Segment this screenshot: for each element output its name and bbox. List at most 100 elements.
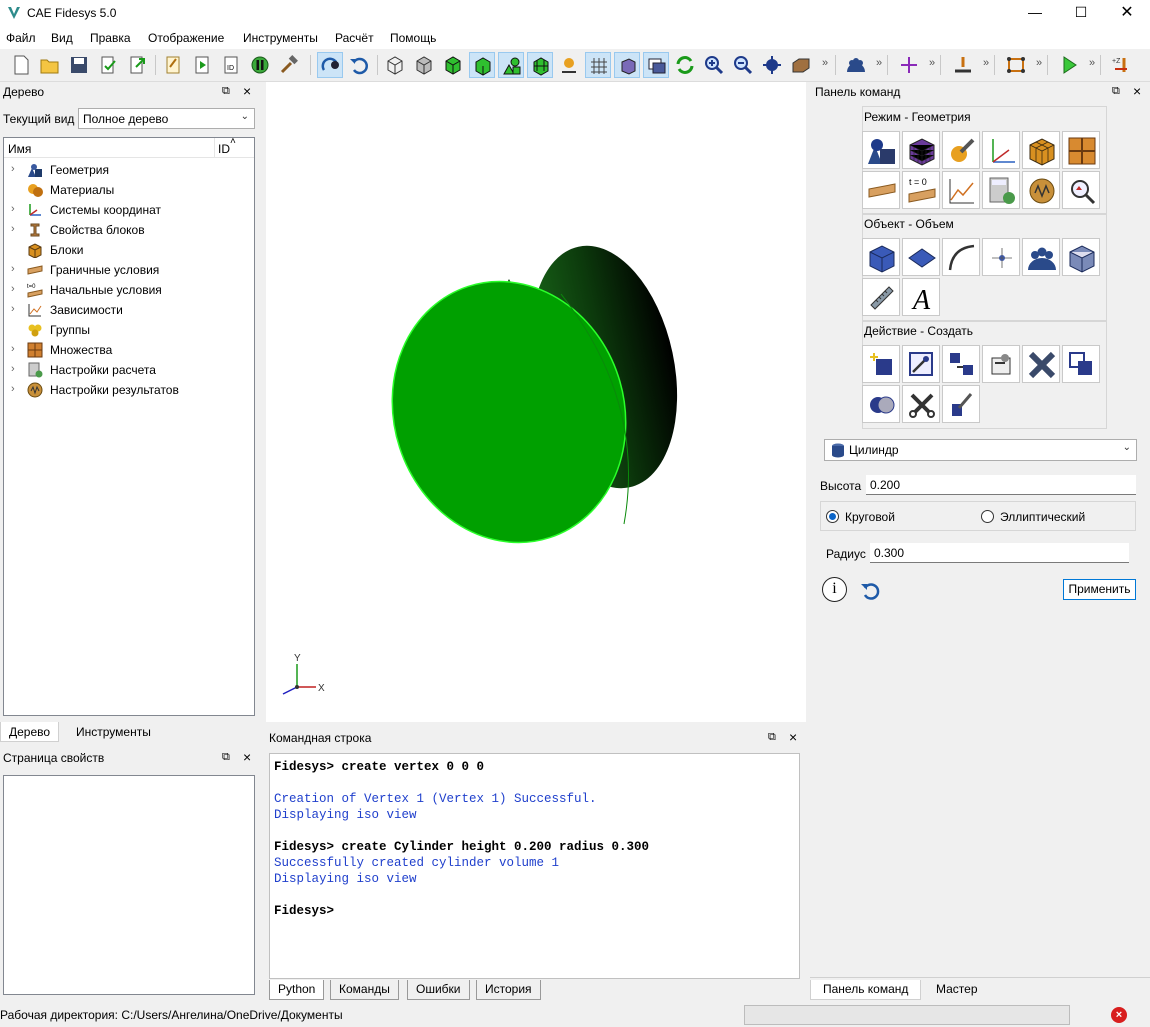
- zoom-in-button[interactable]: [701, 52, 727, 78]
- action-boolean-button[interactable]: [862, 385, 900, 423]
- action-create-button[interactable]: [862, 345, 900, 383]
- tab-command-panel[interactable]: Панель команд: [810, 980, 922, 1000]
- undo-button[interactable]: [346, 52, 372, 78]
- expand-arrow-icon[interactable]: ›: [11, 383, 15, 395]
- tree-item-groups[interactable]: Группы: [4, 320, 254, 340]
- lights-button[interactable]: [556, 52, 582, 78]
- float-icon[interactable]: ⧉: [1112, 85, 1120, 98]
- radio-elliptic[interactable]: [981, 510, 994, 523]
- float-icon[interactable]: ⧉: [222, 85, 230, 98]
- expand-arrow-icon[interactable]: ›: [11, 223, 15, 235]
- mode-dependencies-button[interactable]: [942, 171, 980, 209]
- perspective-button[interactable]: [614, 52, 640, 78]
- mode-coordinates-button[interactable]: [982, 131, 1020, 169]
- tab-history[interactable]: История: [476, 980, 541, 1000]
- minimize-button[interactable]: —: [1012, 0, 1058, 27]
- journal-button[interactable]: [160, 52, 186, 78]
- object-volume-button[interactable]: [862, 238, 900, 276]
- action-decompose-button[interactable]: [902, 385, 940, 423]
- save-button[interactable]: [66, 52, 92, 78]
- hammer-button[interactable]: [276, 52, 302, 78]
- radio-circular[interactable]: [826, 510, 839, 523]
- smooth-shaded-view-button[interactable]: [469, 52, 495, 78]
- transparent-view-button[interactable]: [498, 52, 524, 78]
- tree-item-materials[interactable]: Материалы: [4, 180, 254, 200]
- clip-button[interactable]: [643, 52, 669, 78]
- run-button[interactable]: [1056, 52, 1082, 78]
- action-cleanup-button[interactable]: [942, 385, 980, 423]
- action-copy-button[interactable]: [1062, 345, 1100, 383]
- mesh-view-button[interactable]: [527, 52, 553, 78]
- mode-geometry-button[interactable]: [862, 131, 900, 169]
- close-window-button[interactable]: ✕: [1104, 0, 1150, 27]
- column-name-header[interactable]: Имя: [8, 142, 31, 156]
- refresh-button[interactable]: [672, 52, 698, 78]
- info-button[interactable]: i: [822, 577, 847, 602]
- expand-arrow-icon[interactable]: ›: [11, 303, 15, 315]
- new-file-button[interactable]: [8, 52, 34, 78]
- expand-arrow-icon[interactable]: ›: [11, 203, 15, 215]
- float-icon[interactable]: ⧉: [222, 751, 230, 764]
- object-curve-button[interactable]: [942, 238, 980, 276]
- maximize-button[interactable]: ☐: [1058, 0, 1104, 27]
- import-button[interactable]: [96, 52, 122, 78]
- hidden-line-view-button[interactable]: [411, 52, 437, 78]
- object-surface-button[interactable]: [902, 238, 940, 276]
- close-icon[interactable]: ×: [789, 729, 797, 745]
- fit-view-button[interactable]: [759, 52, 785, 78]
- tree-item-sets[interactable]: › Множества: [4, 340, 254, 360]
- close-icon[interactable]: ×: [243, 749, 251, 765]
- close-icon[interactable]: ×: [1133, 83, 1141, 99]
- mode-results-button[interactable]: [1022, 171, 1060, 209]
- mode-mesh-button[interactable]: [902, 131, 940, 169]
- menu-tools[interactable]: Инструменты: [243, 31, 318, 45]
- mode-calc-button[interactable]: [982, 171, 1020, 209]
- expand-arrow-icon[interactable]: ›: [11, 163, 15, 175]
- action-transform-button[interactable]: [942, 345, 980, 383]
- menu-calc[interactable]: Расчёт: [335, 31, 374, 45]
- wireframe-view-button[interactable]: [382, 52, 408, 78]
- object-measure-button[interactable]: [862, 278, 900, 316]
- mode-blocks-button[interactable]: [1022, 131, 1060, 169]
- tree-item-block-properties[interactable]: › Свойства блоков: [4, 220, 254, 240]
- measure-button[interactable]: [950, 52, 976, 78]
- pause-button[interactable]: [247, 52, 273, 78]
- mode-materials-button[interactable]: [942, 131, 980, 169]
- mode-bc-button[interactable]: [862, 171, 900, 209]
- mode-inspect-button[interactable]: [1062, 171, 1100, 209]
- tree-item-result-settings[interactable]: › Настройки результатов: [4, 380, 254, 400]
- run-script-button[interactable]: [189, 52, 215, 78]
- expand-arrow-icon[interactable]: ›: [11, 343, 15, 355]
- object-text-button[interactable]: A: [902, 278, 940, 316]
- close-icon[interactable]: ×: [243, 83, 251, 99]
- id-button[interactable]: ID: [218, 52, 244, 78]
- action-modify-button[interactable]: [902, 345, 940, 383]
- error-indicator-icon[interactable]: ×: [1111, 1007, 1127, 1023]
- export-button[interactable]: [125, 52, 151, 78]
- shaded-view-button[interactable]: [440, 52, 466, 78]
- tab-python[interactable]: Python: [269, 980, 325, 1000]
- tab-commands[interactable]: Команды: [330, 980, 399, 1000]
- column-id-header[interactable]: ID: [218, 142, 230, 156]
- tab-wizard[interactable]: Мастер: [928, 980, 986, 1000]
- command-output[interactable]: Fidesys> create vertex 0 0 0 Creation of…: [269, 753, 800, 979]
- tree-item-blocks[interactable]: Блоки: [4, 240, 254, 260]
- tree-item-geometry[interactable]: › Геометрия: [4, 160, 254, 180]
- action-properties-button[interactable]: [982, 345, 1020, 383]
- expand-arrow-icon[interactable]: ›: [11, 283, 15, 295]
- apply-button[interactable]: Применить: [1063, 579, 1136, 600]
- tree-item-initial-conditions[interactable]: › t=0 Начальные условия: [4, 280, 254, 300]
- tree-item-calc-settings[interactable]: › Настройки расчета: [4, 360, 254, 380]
- menu-view[interactable]: Вид: [51, 31, 73, 45]
- object-group-button[interactable]: [1022, 238, 1060, 276]
- radius-input[interactable]: 0.300: [870, 543, 1129, 563]
- tree-item-boundary-conditions[interactable]: › Граничные условия: [4, 260, 254, 280]
- menu-help[interactable]: Помощь: [390, 31, 436, 45]
- action-delete-button[interactable]: [1022, 345, 1060, 383]
- tab-tools[interactable]: Инструменты: [68, 722, 159, 742]
- box-view-button[interactable]: [788, 52, 814, 78]
- console-prompt[interactable]: Fidesys>: [274, 904, 334, 918]
- float-icon[interactable]: ⧉: [768, 731, 776, 744]
- menu-display[interactable]: Отображение: [148, 31, 224, 45]
- nodes-button[interactable]: [1003, 52, 1029, 78]
